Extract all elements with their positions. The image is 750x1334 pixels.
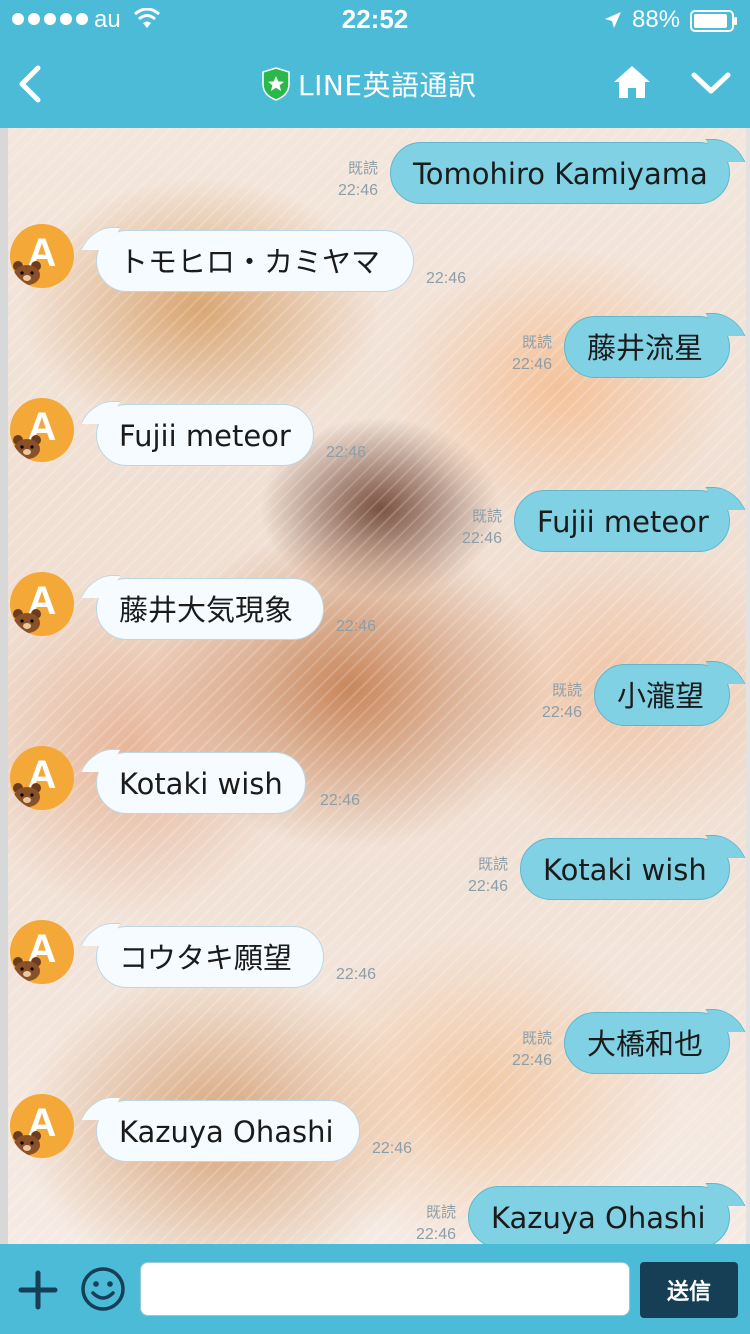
page-title: LINE英語通訳: [298, 69, 477, 102]
message-meta: 既読 22:46: [511, 334, 552, 373]
message-time: 22:46: [372, 1140, 413, 1157]
home-icon[interactable]: [612, 64, 652, 100]
message-meta: 既読 22:46: [461, 508, 502, 547]
incoming-message[interactable]: Fujii meteor: [96, 404, 314, 466]
outgoing-message[interactable]: 大橋和也: [564, 1012, 730, 1074]
message-input-bar: 送信: [0, 1244, 750, 1334]
location-arrow-icon: [605, 12, 621, 28]
avatar[interactable]: A: [10, 572, 74, 636]
chat-history[interactable]: 既読 22:46 Tomohiro Kamiyama A トモヒロ・カミヤマ 22…: [0, 128, 750, 1244]
chevron-down-icon[interactable]: [690, 70, 732, 96]
incoming-message[interactable]: トモヒロ・カミヤマ: [96, 230, 414, 292]
outgoing-message[interactable]: Kotaki wish: [520, 838, 730, 900]
bear-icon: [13, 609, 41, 633]
outgoing-message[interactable]: Fujii meteor: [514, 490, 730, 552]
message-meta: 既読 22:46: [511, 1030, 552, 1069]
bear-icon: [13, 261, 41, 285]
bear-icon: [13, 783, 41, 807]
outgoing-message[interactable]: 小瀧望: [594, 664, 730, 726]
chat-title: LINE英語通訳: [262, 64, 477, 104]
message-input[interactable]: [140, 1262, 630, 1316]
avatar[interactable]: A: [10, 224, 74, 288]
top-bar: au 22:52 88% LINE英語通訳: [0, 0, 750, 128]
avatar[interactable]: A: [10, 1094, 74, 1158]
incoming-message[interactable]: 藤井大気現象: [96, 578, 324, 640]
avatar[interactable]: A: [10, 746, 74, 810]
message-time: 22:46: [326, 444, 367, 461]
message-time: 22:46: [426, 270, 467, 287]
battery-icon: [690, 10, 737, 32]
verified-shield-icon: [262, 67, 290, 101]
battery-percent: 88%: [632, 6, 681, 33]
bear-icon: [13, 435, 41, 459]
outgoing-message[interactable]: Kazuya Ohashi: [468, 1186, 730, 1244]
bear-icon: [13, 1131, 41, 1155]
message-meta: 既読 22:46: [467, 856, 508, 895]
message-meta: 既読 22:46: [337, 160, 378, 199]
incoming-message[interactable]: Kotaki wish: [96, 752, 306, 814]
plus-icon[interactable]: [18, 1270, 58, 1310]
incoming-message[interactable]: Kazuya Ohashi: [96, 1100, 360, 1162]
message-time: 22:46: [336, 966, 377, 983]
back-chevron-icon[interactable]: [16, 64, 44, 104]
avatar[interactable]: A: [10, 398, 74, 462]
outgoing-message[interactable]: Tomohiro Kamiyama: [390, 142, 730, 204]
message-time: 22:46: [320, 792, 361, 809]
message-meta: 既読 22:46: [415, 1204, 456, 1243]
send-button[interactable]: 送信: [640, 1262, 738, 1318]
message-meta: 既読 22:46: [541, 682, 582, 721]
bear-icon: [13, 957, 41, 981]
avatar[interactable]: A: [10, 920, 74, 984]
status-bar: au 22:52 88%: [0, 0, 750, 40]
outgoing-message[interactable]: 藤井流星: [564, 316, 730, 378]
message-time: 22:46: [336, 618, 377, 635]
incoming-message[interactable]: コウタキ願望: [96, 926, 324, 988]
emoji-icon[interactable]: [80, 1266, 126, 1312]
